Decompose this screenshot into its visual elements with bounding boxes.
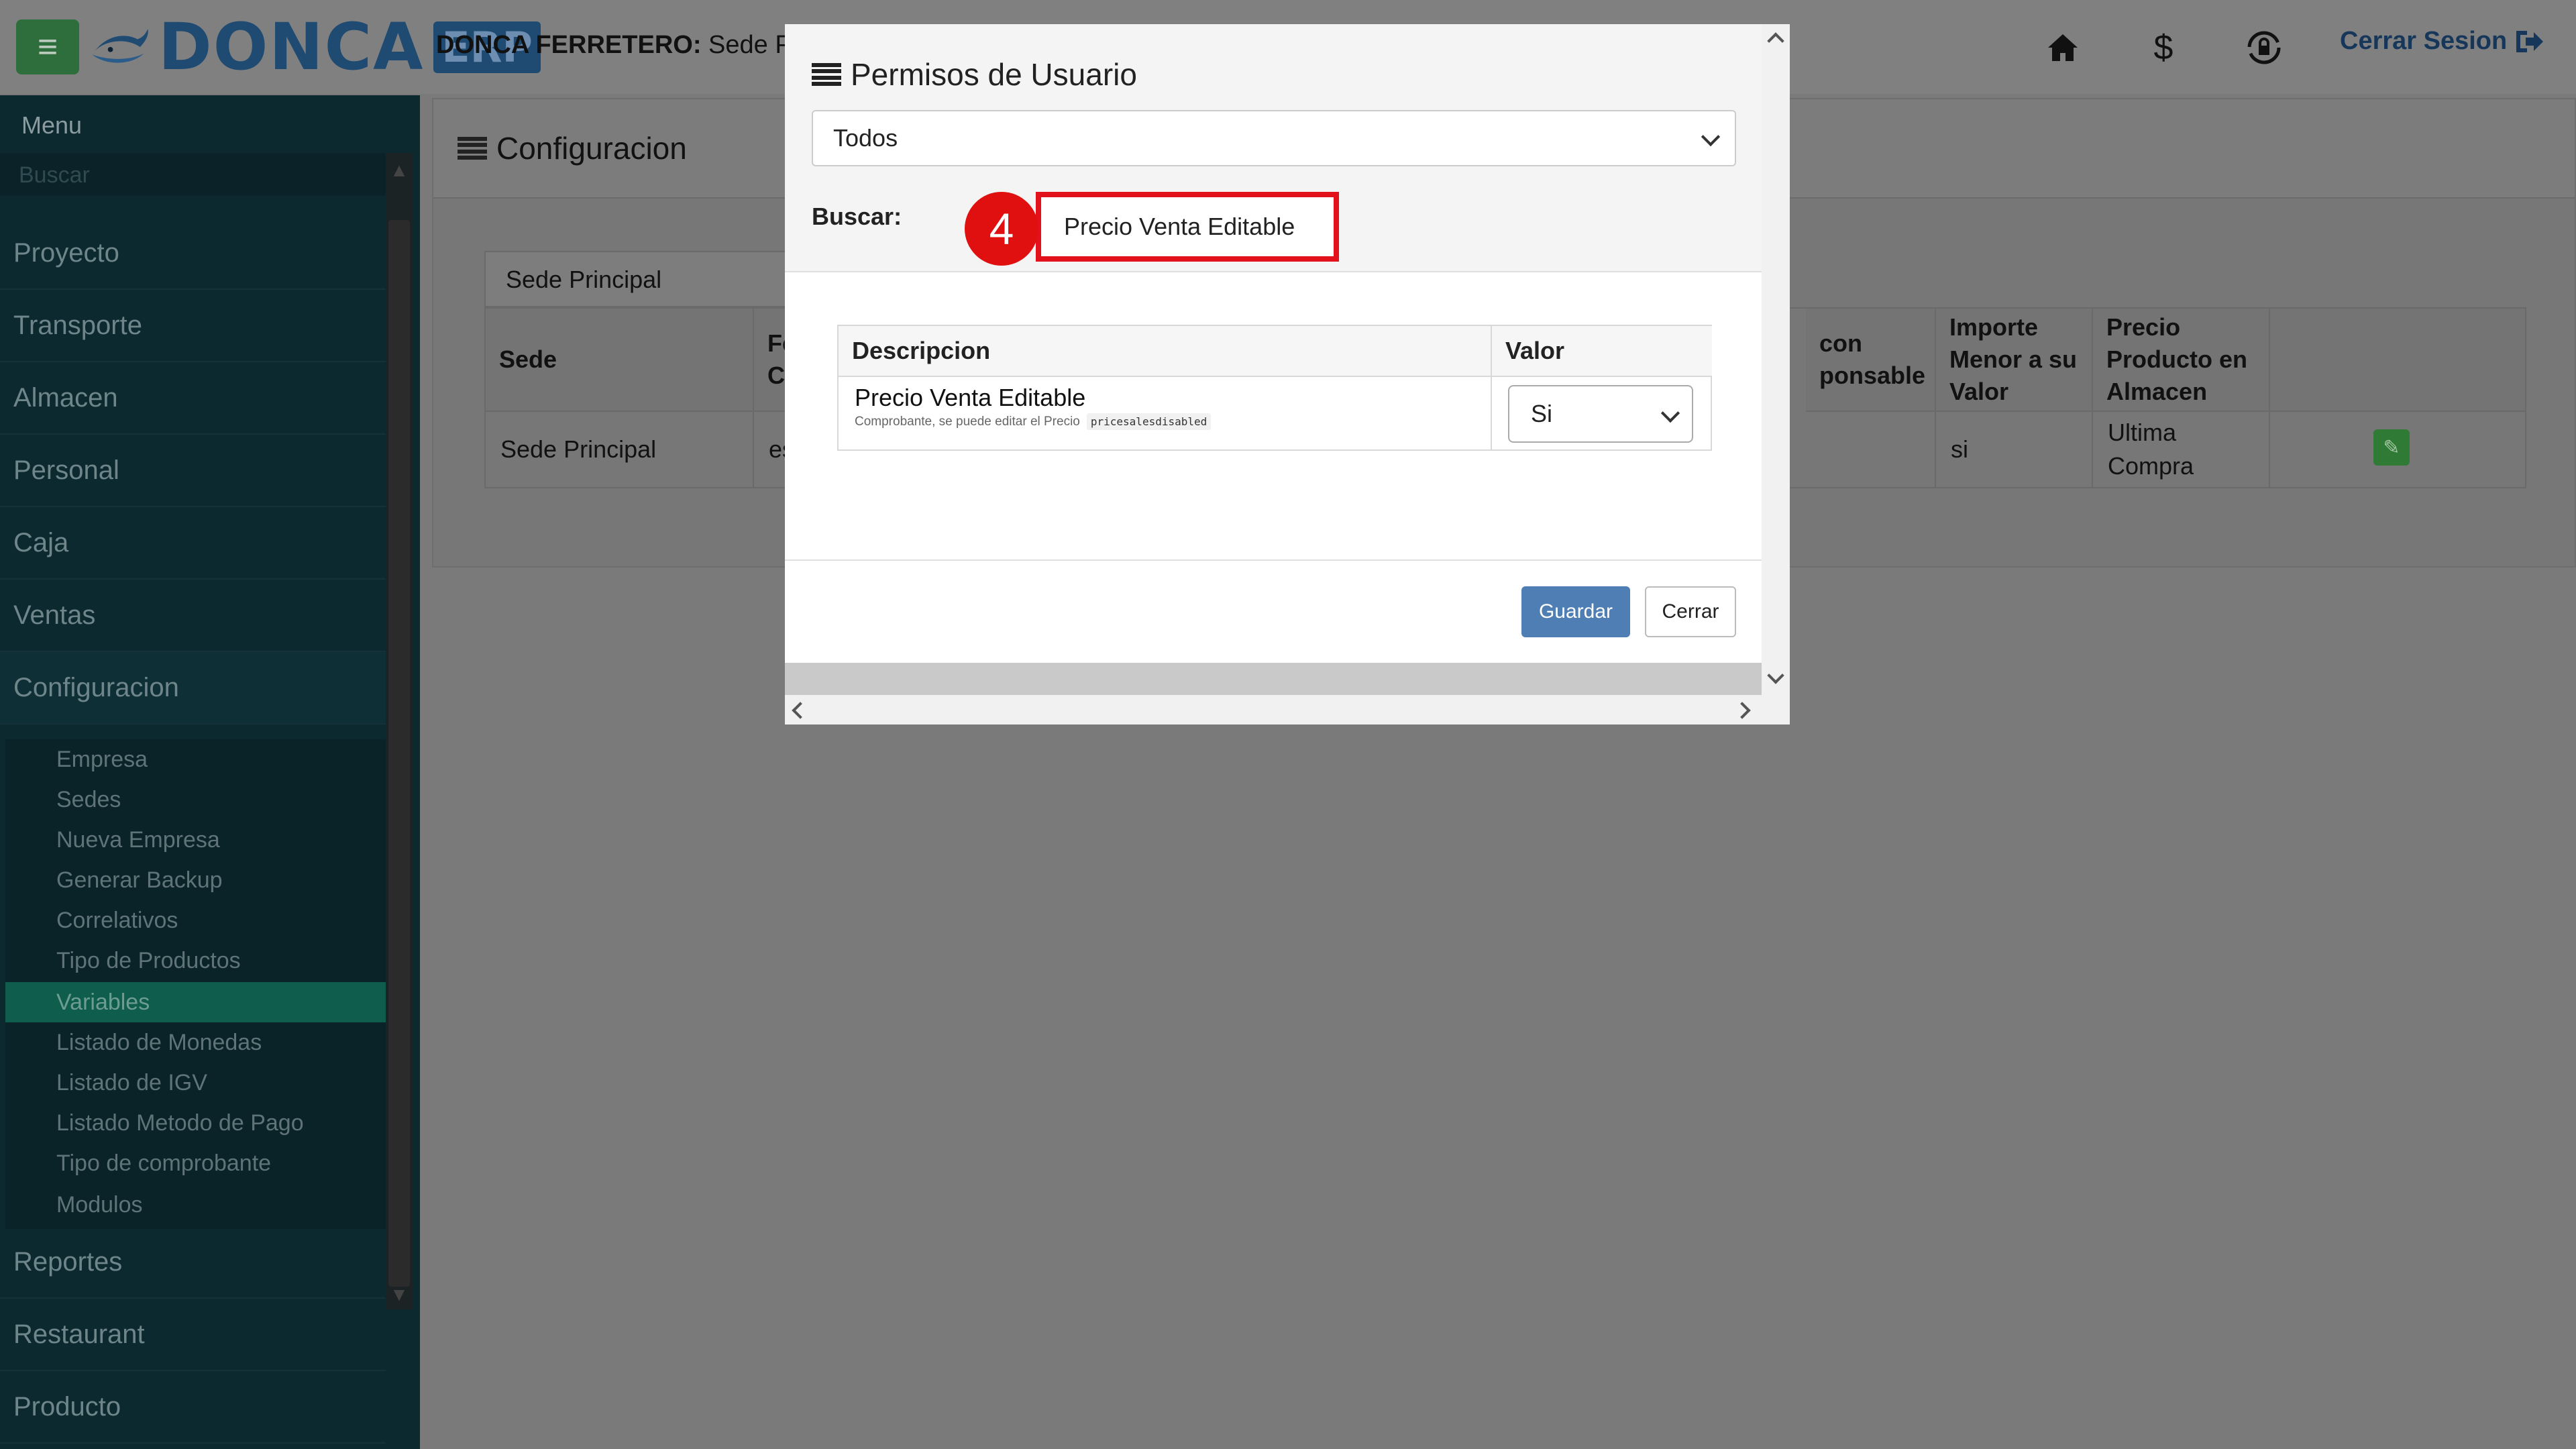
sidebar-item-producto[interactable]: Producto bbox=[0, 1371, 386, 1444]
list-icon bbox=[458, 137, 487, 160]
submenu-item-listado-de-monedas[interactable]: Listado de Monedas bbox=[5, 1022, 386, 1063]
page-title-text: Configuracion bbox=[496, 131, 687, 166]
modal-title: Permisos de Usuario bbox=[812, 56, 1137, 93]
modal-vertical-scrollbar[interactable] bbox=[1762, 24, 1790, 695]
table-header bbox=[2270, 309, 2525, 412]
sidebar-title: Menu bbox=[21, 111, 83, 139]
permission-subtext-text: Comprobante, se puede editar el Precio bbox=[855, 414, 1080, 429]
whale-logo-icon bbox=[92, 29, 148, 63]
dollar-icon[interactable]: $ bbox=[2140, 24, 2187, 71]
table-header: Sede bbox=[486, 309, 754, 412]
filter-select-value: Todos bbox=[833, 124, 898, 152]
sidebar-search-input[interactable]: Buscar bbox=[0, 153, 386, 196]
scroll-left-icon[interactable] bbox=[792, 702, 809, 719]
table-cell: Sede Principal bbox=[486, 412, 754, 487]
table-header-valor: Valor bbox=[1492, 326, 1712, 377]
logout-label: Cerrar Sesion bbox=[2340, 27, 2508, 55]
sidebar-item-proyecto[interactable]: Proyecto bbox=[0, 217, 386, 290]
submenu-item-nueva-empresa[interactable]: Nueva Empresa bbox=[5, 820, 386, 860]
chevron-down-icon bbox=[1701, 127, 1721, 147]
modal-header: Permisos de Usuario Todos Buscar: 4 bbox=[785, 24, 1762, 272]
page-title: Configuracion bbox=[458, 130, 687, 166]
logo-text: DONCA bbox=[158, 9, 425, 85]
permission-filter-select[interactable]: Todos bbox=[812, 110, 1736, 166]
submenu-item-listado-metodo-de-pago[interactable]: Listado Metodo de Pago bbox=[5, 1103, 386, 1143]
sidebar-item-restaurant[interactable]: Restaurant bbox=[0, 1299, 386, 1371]
submenu-item-tipo-de-productos[interactable]: Tipo de Productos bbox=[5, 941, 386, 981]
sidebar-item-almacen[interactable]: Almacen bbox=[0, 362, 386, 435]
table-cell: si bbox=[1936, 412, 2093, 487]
table-header: con ponsable bbox=[1806, 309, 1936, 412]
sidebar-item-caja[interactable]: Caja bbox=[0, 507, 386, 580]
modal-footer-divider bbox=[785, 559, 1762, 561]
sidebar-scroll-thumb[interactable] bbox=[388, 220, 410, 1287]
submenu-item-correlativos[interactable]: Correlativos bbox=[5, 900, 386, 941]
chevron-down-icon bbox=[1660, 403, 1680, 423]
permission-search-field[interactable] bbox=[1064, 213, 1311, 241]
scroll-right-icon[interactable] bbox=[1733, 702, 1751, 719]
edit-button[interactable]: ✎ bbox=[2373, 429, 2410, 466]
logout-link[interactable]: Cerrar Sesion bbox=[2340, 27, 2544, 56]
permissions-modal-frame: Permisos de Usuario Todos Buscar: 4 Desc… bbox=[785, 24, 1790, 724]
pencil-icon: ✎ bbox=[2383, 436, 2400, 459]
modal-title-text: Permisos de Usuario bbox=[851, 57, 1137, 92]
home-icon[interactable] bbox=[2039, 24, 2086, 71]
company-label: DONCA FERRETERO: bbox=[436, 31, 702, 59]
column-divider bbox=[1491, 326, 1492, 451]
step-number-badge: 4 bbox=[965, 192, 1038, 266]
sidebar-item-configuracion[interactable]: Configuracion bbox=[0, 652, 386, 724]
table-header: Importe Menor a su Valor bbox=[1936, 309, 2093, 412]
permission-subtext: Comprobante, se puede editar el Precio p… bbox=[855, 413, 1212, 430]
scroll-down-icon[interactable] bbox=[1767, 667, 1784, 684]
table-header-descripcion: Descripcion bbox=[839, 326, 1491, 377]
sign-out-icon bbox=[2516, 30, 2544, 52]
scroll-up-icon[interactable]: ▲ bbox=[386, 160, 413, 181]
permissions-table: Descripcion Valor Precio Venta Editable … bbox=[837, 325, 1712, 451]
submenu-item-tipo-de-comprobante[interactable]: Tipo de comprobante bbox=[5, 1143, 386, 1183]
table-cell bbox=[1806, 412, 1936, 487]
sidebar-item-ventas[interactable]: Ventas bbox=[0, 580, 386, 652]
sidebar-scrollbar[interactable]: ▲ ▼ bbox=[386, 153, 413, 1309]
permissions-modal: Permisos de Usuario Todos Buscar: 4 Desc… bbox=[785, 24, 1762, 663]
sidebar: Menu Buscar ▲ ▼ Proyecto Transporte Alma… bbox=[0, 95, 420, 1449]
list-icon bbox=[812, 63, 841, 86]
submenu-item-generar-backup[interactable]: Generar Backup bbox=[5, 860, 386, 900]
table-cell: Ultima Compra bbox=[2093, 412, 2270, 487]
hamburger-icon: ≡ bbox=[37, 28, 58, 66]
scroll-down-icon[interactable]: ▼ bbox=[386, 1284, 413, 1305]
permission-value-select[interactable]: Si bbox=[1508, 385, 1693, 443]
table-header: Precio Producto en Almacen bbox=[2093, 309, 2270, 412]
permission-description: Precio Venta Editable bbox=[855, 384, 1086, 411]
search-label: Buscar: bbox=[812, 203, 902, 230]
sidebar-item-transporte[interactable]: Transporte bbox=[0, 290, 386, 362]
close-button[interactable]: Cerrar bbox=[1645, 586, 1736, 637]
sidebar-item-reportes[interactable]: Reportes bbox=[0, 1226, 386, 1299]
submenu-item-modulos[interactable]: Modulos bbox=[5, 1185, 386, 1225]
scroll-up-icon[interactable] bbox=[1767, 32, 1784, 50]
permission-search-input[interactable] bbox=[1036, 192, 1339, 262]
submenu-item-sedes[interactable]: Sedes bbox=[5, 780, 386, 820]
permission-value: Si bbox=[1531, 400, 1553, 427]
submenu-item-empresa[interactable]: Empresa bbox=[5, 739, 386, 780]
modal-horizontal-scrollbar[interactable] bbox=[785, 695, 1790, 724]
sede-select[interactable]: Sede Principal bbox=[484, 251, 793, 307]
permission-code: pricesalesdisabled bbox=[1086, 413, 1212, 430]
submenu-item-variables[interactable]: Variables bbox=[5, 982, 386, 1022]
lock-refresh-icon[interactable] bbox=[2241, 24, 2288, 71]
submenu-item-listado-de-igv[interactable]: Listado de IGV bbox=[5, 1063, 386, 1103]
hamburger-menu-button[interactable]: ≡ bbox=[16, 19, 79, 74]
sidebar-item-personal[interactable]: Personal bbox=[0, 435, 386, 507]
save-button[interactable]: Guardar bbox=[1521, 586, 1630, 637]
